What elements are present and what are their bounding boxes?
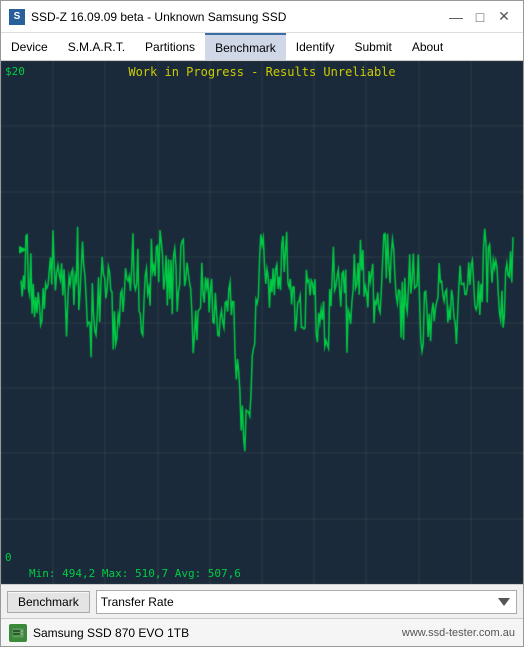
status-bar: Samsung SSD 870 EVO 1TB www.ssd-tester.c… [1, 618, 523, 646]
chart-y-top-label: $20 [5, 65, 25, 78]
maximize-button[interactable]: □ [469, 6, 491, 28]
menu-item-submit[interactable]: Submit [344, 33, 401, 60]
menu-item-device[interactable]: Device [1, 33, 58, 60]
chart-stats: Min: 494,2 Max: 510,7 Avg: 507,6 [29, 567, 241, 580]
menu-item-benchmark[interactable]: Benchmark [205, 33, 286, 60]
app-icon: S [9, 9, 25, 25]
menu-item-identify[interactable]: Identify [286, 33, 345, 60]
window-title: SSD-Z 16.09.09 beta - Unknown Samsung SS… [31, 10, 286, 24]
website-url: www.ssd-tester.com.au [402, 627, 515, 639]
menu-bar: DeviceS.M.A.R.T.PartitionsBenchmarkIdent… [1, 33, 523, 61]
title-controls: — □ ✕ [445, 6, 515, 28]
drive-name: Samsung SSD 870 EVO 1TB [33, 626, 189, 640]
close-button[interactable]: ✕ [493, 6, 515, 28]
chart-area: $20 Work in Progress - Results Unreliabl… [1, 61, 523, 584]
chart-title: Work in Progress - Results Unreliable [128, 65, 395, 79]
minimize-button[interactable]: — [445, 6, 467, 28]
toolbar: Benchmark Transfer RateSequential ReadSe… [1, 584, 523, 618]
status-left: Samsung SSD 870 EVO 1TB [9, 624, 189, 642]
menu-item-s-m-a-r-t-[interactable]: S.M.A.R.T. [58, 33, 135, 60]
chart-type-select[interactable]: Transfer RateSequential ReadSequential W… [96, 590, 517, 614]
benchmark-button[interactable]: Benchmark [7, 591, 90, 613]
ssd-icon [11, 626, 25, 640]
drive-icon [9, 624, 27, 642]
title-bar-left: S SSD-Z 16.09.09 beta - Unknown Samsung … [9, 9, 286, 25]
menu-item-about[interactable]: About [402, 33, 453, 60]
title-bar: S SSD-Z 16.09.09 beta - Unknown Samsung … [1, 1, 523, 33]
menu-item-partitions[interactable]: Partitions [135, 33, 205, 60]
main-window: S SSD-Z 16.09.09 beta - Unknown Samsung … [0, 0, 524, 647]
benchmark-chart [1, 61, 523, 584]
chart-y-bottom-label: 0 [5, 551, 12, 564]
